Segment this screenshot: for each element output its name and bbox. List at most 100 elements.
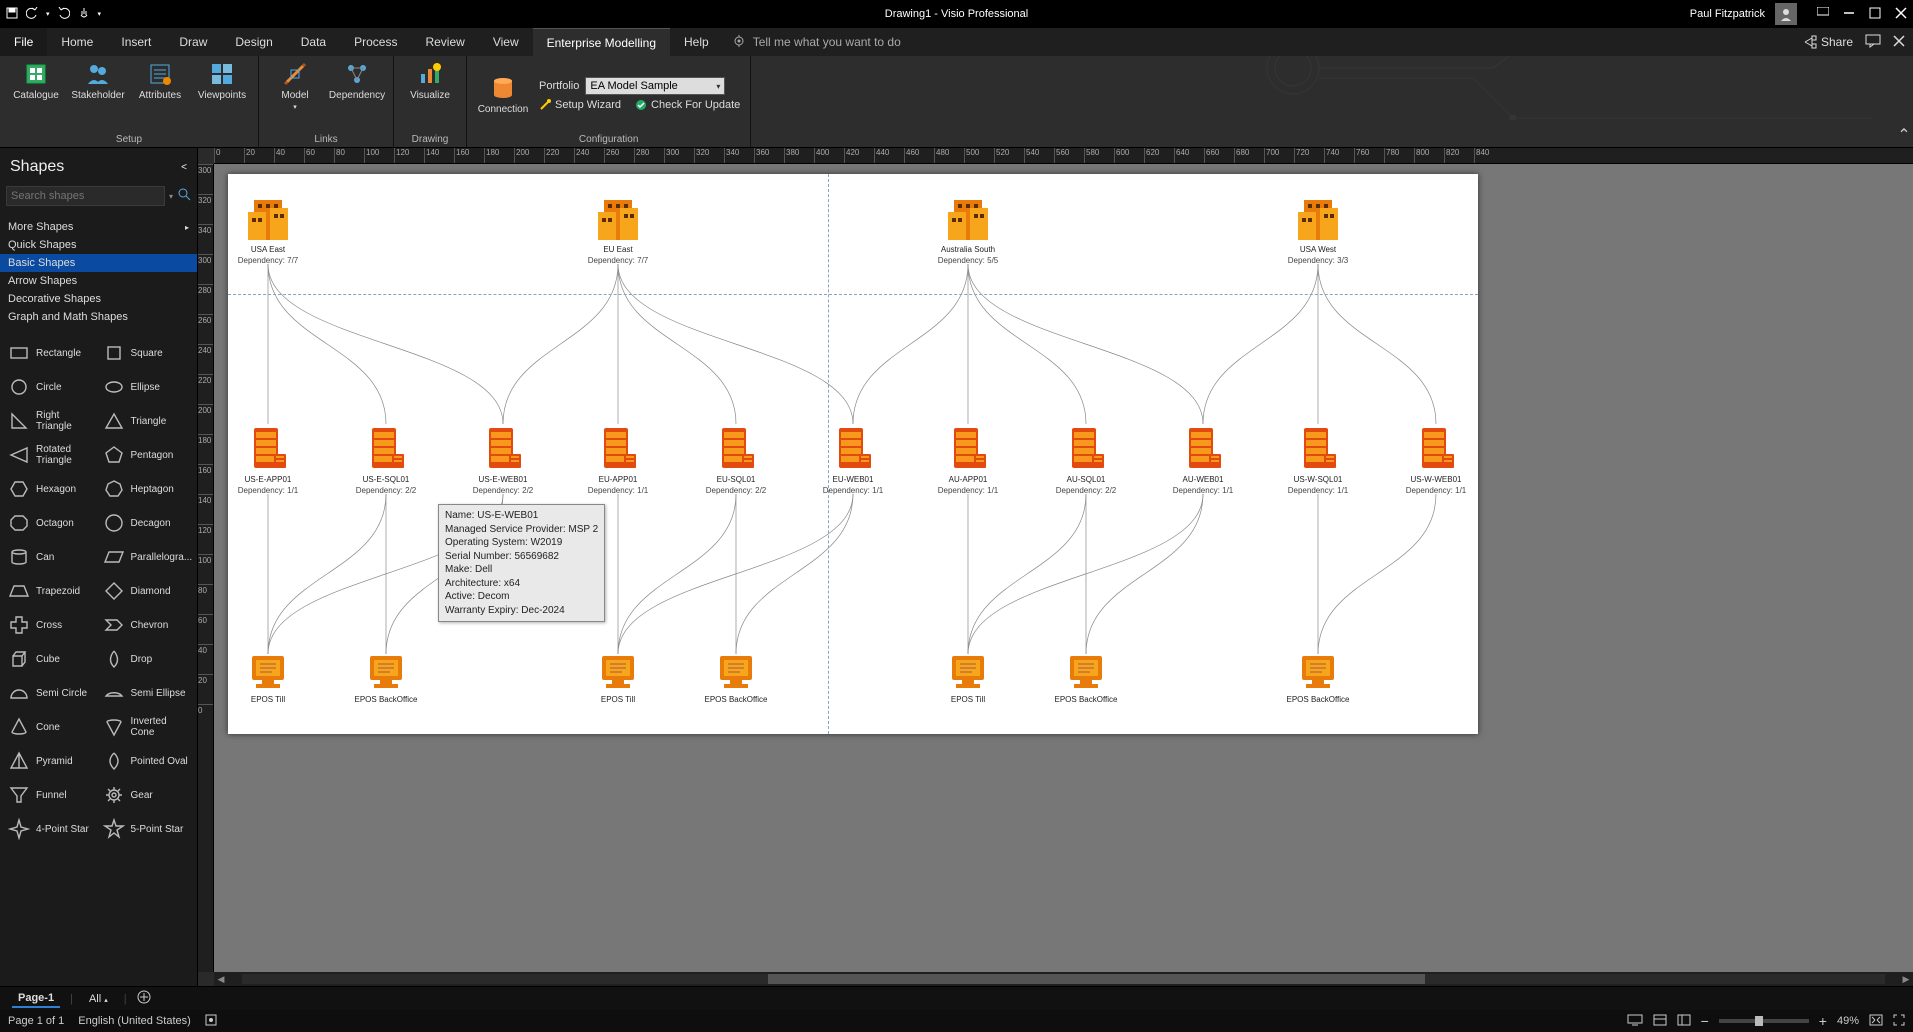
server-node[interactable]: US-E-SQL01Dependency: 2/2: [336, 424, 436, 496]
collapse-ribbon-icon[interactable]: ⌃: [1895, 56, 1913, 147]
scroll-left-icon[interactable]: ◀: [214, 974, 228, 985]
server-node[interactable]: EU-SQL01Dependency: 2/2: [686, 424, 786, 496]
qat-dropdown-icon[interactable]: ▾: [98, 10, 102, 18]
shape-can[interactable]: Can: [4, 540, 99, 574]
shape-4-point-star[interactable]: 4-Point Star: [4, 812, 99, 846]
tab-help[interactable]: Help: [670, 28, 723, 56]
tab-file[interactable]: File: [0, 28, 47, 56]
language-status[interactable]: English (United States): [78, 1015, 191, 1027]
server-node[interactable]: EU-WEB01Dependency: 1/1: [803, 424, 903, 496]
epos-node[interactable]: EPOS BackOffice: [336, 654, 436, 705]
shape-semi-ellipse[interactable]: Semi Ellipse: [99, 676, 194, 710]
epos-node[interactable]: EPOS Till: [218, 654, 318, 705]
shape-category-graph-and-math-shapes[interactable]: Graph and Math Shapes: [0, 308, 197, 326]
close-icon[interactable]: [1895, 7, 1907, 22]
shape-category-decorative-shapes[interactable]: Decorative Shapes: [0, 290, 197, 308]
shape-circle[interactable]: Circle: [4, 370, 99, 404]
tab-data[interactable]: Data: [287, 28, 340, 56]
zoom-value[interactable]: 49%: [1837, 1015, 1859, 1027]
shape-trapezoid[interactable]: Trapezoid: [4, 574, 99, 608]
connection-button[interactable]: Connection: [477, 74, 529, 115]
shape-cube[interactable]: Cube: [4, 642, 99, 676]
catalogue-button[interactable]: Catalogue: [10, 60, 62, 101]
redo-icon[interactable]: [58, 7, 70, 22]
server-node[interactable]: US-E-APP01Dependency: 1/1: [218, 424, 318, 496]
shape-drop[interactable]: Drop: [99, 642, 194, 676]
scroll-right-icon[interactable]: ▶: [1899, 974, 1913, 985]
shapes-search-input[interactable]: [6, 186, 165, 206]
server-node[interactable]: US-E-WEB01Dependency: 2/2: [453, 424, 553, 496]
shape-category-arrow-shapes[interactable]: Arrow Shapes: [0, 272, 197, 290]
shape-cross[interactable]: Cross: [4, 608, 99, 642]
comments-icon[interactable]: [1865, 34, 1881, 51]
epos-node[interactable]: EPOS BackOffice: [1036, 654, 1136, 705]
horizontal-scroll-thumb[interactable]: [768, 974, 1425, 984]
shape-square[interactable]: Square: [99, 336, 194, 370]
tab-home[interactable]: Home: [47, 28, 107, 56]
shape-inverted-cone[interactable]: Inverted Cone: [99, 710, 194, 744]
tab-design[interactable]: Design: [221, 28, 286, 56]
epos-node[interactable]: EPOS BackOffice: [1268, 654, 1368, 705]
page-tab-current[interactable]: Page-1: [12, 990, 60, 1008]
check-update-button[interactable]: Check For Update: [635, 99, 740, 111]
search-icon[interactable]: [177, 187, 191, 206]
drawing-page[interactable]: USA EastDependency: 7/7EU EastDependency…: [228, 174, 1478, 734]
epos-node[interactable]: EPOS Till: [918, 654, 1018, 705]
shape-chevron[interactable]: Chevron: [99, 608, 194, 642]
fit-page-icon[interactable]: [1653, 1014, 1667, 1029]
shape-heptagon[interactable]: Heptagon: [99, 472, 194, 506]
shape-parallelogra-[interactable]: Parallelogra...: [99, 540, 194, 574]
server-node[interactable]: EU-APP01Dependency: 1/1: [568, 424, 668, 496]
shape-rotated-triangle[interactable]: Rotated Triangle: [4, 438, 99, 472]
search-dropdown-icon[interactable]: ▾: [169, 192, 173, 201]
page-tab-all[interactable]: All ▴: [83, 991, 114, 1007]
share-button[interactable]: Share: [1803, 35, 1853, 49]
epos-node[interactable]: EPOS BackOffice: [686, 654, 786, 705]
visualize-button[interactable]: Visualize: [404, 60, 456, 101]
zoom-out-icon[interactable]: −: [1701, 1013, 1709, 1029]
shape-semi-circle[interactable]: Semi Circle: [4, 676, 99, 710]
attributes-button[interactable]: Attributes: [134, 60, 186, 101]
shape-rectangle[interactable]: Rectangle: [4, 336, 99, 370]
save-icon[interactable]: [6, 7, 18, 22]
tab-draw[interactable]: Draw: [165, 28, 221, 56]
server-node[interactable]: US-W-SQL01Dependency: 1/1: [1268, 424, 1368, 496]
viewpoints-button[interactable]: Viewpoints: [196, 60, 248, 101]
shape-category-more-shapes[interactable]: More Shapes▸: [0, 218, 197, 236]
zoom-slider[interactable]: [1719, 1019, 1809, 1023]
datacenter-node[interactable]: USA WestDependency: 3/3: [1268, 194, 1368, 266]
shape-hexagon[interactable]: Hexagon: [4, 472, 99, 506]
model-button[interactable]: Model▾: [269, 60, 321, 111]
dependency-button[interactable]: Dependency: [331, 60, 383, 101]
horizontal-scrollbar[interactable]: ◀ ▶: [214, 972, 1913, 986]
shape-ellipse[interactable]: Ellipse: [99, 370, 194, 404]
undo-dropdown-icon[interactable]: ▾: [46, 10, 50, 18]
datacenter-node[interactable]: Australia SouthDependency: 5/5: [918, 194, 1018, 266]
zoom-in-icon[interactable]: +: [1819, 1013, 1827, 1029]
shape-diamond[interactable]: Diamond: [99, 574, 194, 608]
touch-mode-icon[interactable]: [78, 7, 90, 22]
fullscreen-icon[interactable]: [1893, 1014, 1905, 1029]
tab-enterprise-modelling[interactable]: Enterprise Modelling: [533, 28, 670, 56]
epos-node[interactable]: EPOS Till: [568, 654, 668, 705]
tab-review[interactable]: Review: [411, 28, 478, 56]
shape-funnel[interactable]: Funnel: [4, 778, 99, 812]
tab-insert[interactable]: Insert: [107, 28, 165, 56]
presentation-mode-icon[interactable]: [1627, 1014, 1643, 1029]
minimize-icon[interactable]: [1843, 7, 1855, 22]
shape-pointed-oval[interactable]: Pointed Oval: [99, 744, 194, 778]
shape-decagon[interactable]: Decagon: [99, 506, 194, 540]
macro-recording-icon[interactable]: [205, 1014, 217, 1029]
shape-triangle[interactable]: Triangle: [99, 404, 194, 438]
shape-pyramid[interactable]: Pyramid: [4, 744, 99, 778]
datacenter-node[interactable]: USA EastDependency: 7/7: [218, 194, 318, 266]
ribbon-display-options-icon[interactable]: [1817, 7, 1829, 22]
shape-right-triangle[interactable]: Right Triangle: [4, 404, 99, 438]
tab-view[interactable]: View: [479, 28, 533, 56]
undo-icon[interactable]: [26, 7, 38, 22]
shape-category-quick-shapes[interactable]: Quick Shapes: [0, 236, 197, 254]
user-avatar[interactable]: [1775, 3, 1797, 25]
add-page-button[interactable]: [137, 990, 151, 1007]
shape-5-point-star[interactable]: 5-Point Star: [99, 812, 194, 846]
stakeholder-button[interactable]: Stakeholder: [72, 60, 124, 101]
